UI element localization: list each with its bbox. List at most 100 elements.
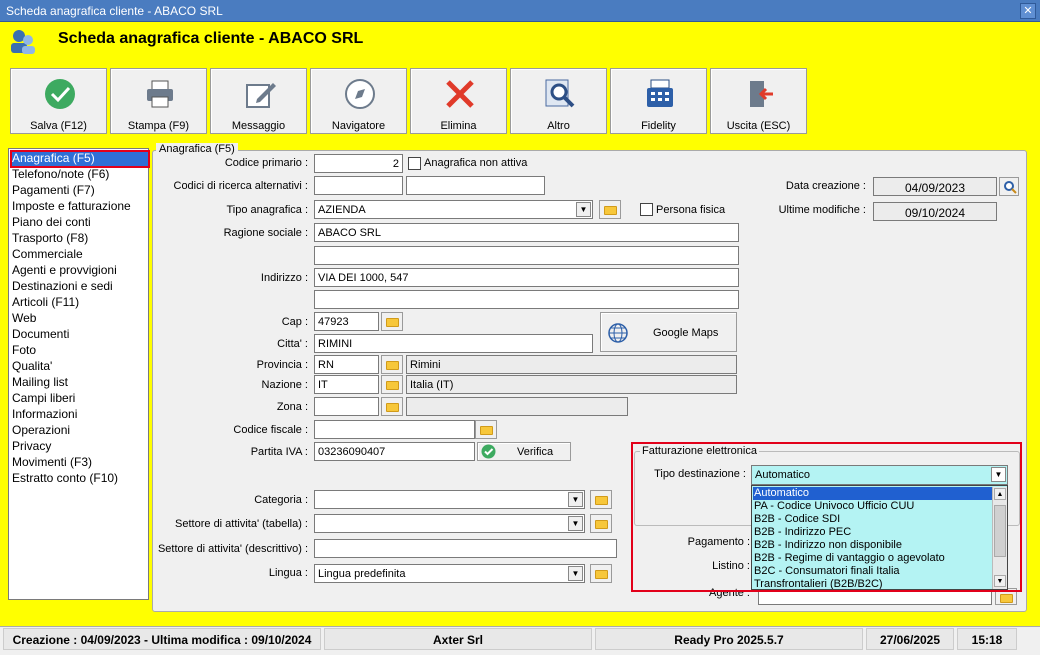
settore-tabella-label: Settore di attivita' (tabella) : <box>175 518 308 530</box>
lingua-lookup-button[interactable] <box>590 564 612 583</box>
codice-primario-label: Codice primario : <box>224 157 308 169</box>
provincia-lookup-button[interactable] <box>381 355 403 374</box>
nav-item-campi-liberi[interactable]: Campi liberi <box>12 391 75 407</box>
codici-alternativi-label: Codici di ricerca alternativi : <box>173 180 309 192</box>
nav-item-articoli[interactable]: Articoli (F11) <box>12 295 79 311</box>
globe-icon <box>608 323 628 343</box>
ragione-sociale-input[interactable]: ABACO SRL <box>314 223 739 242</box>
navigator-label: Navigatore <box>331 120 386 132</box>
nav-item-mailing-list[interactable]: Mailing list <box>12 375 68 391</box>
folder-icon <box>1000 594 1013 603</box>
save-button[interactable]: Salva (F12) <box>10 68 107 134</box>
folder-icon <box>480 426 493 435</box>
anagrafica-non-attiva-label: Anagrafica non attiva <box>424 157 528 169</box>
folder-icon <box>604 206 617 215</box>
nazione-lookup-button[interactable] <box>381 375 403 394</box>
codice-fiscale-lookup-button[interactable] <box>475 420 497 439</box>
indirizzo-2-input[interactable] <box>314 290 739 309</box>
codice-alternativo-1-input[interactable] <box>314 176 403 195</box>
nav-item-destinazioni[interactable]: Destinazioni e sedi <box>12 279 113 295</box>
cap-input[interactable]: 47923 <box>314 312 379 331</box>
nav-item-pagamenti[interactable]: Pagamenti (F7) <box>12 183 95 199</box>
header: Scheda anagrafica cliente - ABACO SRL <box>0 22 1040 60</box>
lingua-select[interactable]: Lingua predefinita <box>314 564 585 583</box>
compose-icon <box>246 83 276 108</box>
google-maps-label: Google Maps <box>653 327 719 339</box>
search-icon <box>1004 181 1017 194</box>
settore-descrittivo-input[interactable] <box>314 539 617 558</box>
nav-item-documenti[interactable]: Documenti <box>12 327 69 343</box>
partita-iva-label: Partita IVA : <box>250 446 308 458</box>
verifica-label: Verifica <box>517 446 554 458</box>
zona-input[interactable] <box>314 397 379 416</box>
exit-door-icon <box>750 81 773 107</box>
chevron-down-icon[interactable]: ▼ <box>568 492 583 507</box>
x-icon <box>446 80 474 108</box>
fidelity-label: Fidelity <box>641 120 676 132</box>
codice-alternativo-2-input[interactable] <box>406 176 545 195</box>
chevron-down-icon[interactable]: ▼ <box>576 202 591 217</box>
tipo-anagrafica-lookup-button[interactable] <box>599 200 621 219</box>
nav-item-piano-conti[interactable]: Piano dei conti <box>12 215 91 231</box>
check-circle-icon <box>45 79 75 109</box>
indirizzo-label: Indirizzo : <box>260 272 308 284</box>
google-maps-button[interactable]: Google Maps <box>600 312 737 352</box>
print-button[interactable]: Stampa (F9) <box>110 68 207 134</box>
codice-primario-input[interactable]: 2 <box>314 154 403 173</box>
verifica-button[interactable]: Verifica <box>477 442 571 461</box>
section-nav: Anagrafica (F5) Telefono/note (F6) Pagam… <box>8 148 150 600</box>
persona-fisica-checkbox[interactable] <box>640 203 653 216</box>
citta-label: Citta' : <box>277 338 308 350</box>
date-search-button[interactable] <box>999 177 1019 196</box>
codice-fiscale-input[interactable] <box>314 420 475 439</box>
zona-lookup-button[interactable] <box>381 397 403 416</box>
nav-item-informazioni[interactable]: Informazioni <box>12 407 77 423</box>
nav-item-agenti[interactable]: Agenti e provvigioni <box>12 263 117 279</box>
chevron-down-icon[interactable]: ▼ <box>568 516 583 531</box>
citta-input[interactable]: RIMINI <box>314 334 593 353</box>
categoria-lookup-button[interactable] <box>590 490 612 509</box>
folder-icon <box>386 381 399 390</box>
more-button[interactable]: Altro <box>510 68 607 134</box>
categoria-select[interactable] <box>314 490 585 509</box>
nav-item-movimenti[interactable]: Movimenti (F3) <box>12 455 92 471</box>
tipo-anagrafica-select[interactable]: AZIENDA <box>314 200 593 219</box>
nav-item-web[interactable]: Web <box>12 311 36 327</box>
settore-tabella-select[interactable] <box>314 514 585 533</box>
provincia-input[interactable]: RN <box>314 355 379 374</box>
settore-lookup-button[interactable] <box>590 514 612 533</box>
nav-item-telefono-note[interactable]: Telefono/note (F6) <box>12 167 109 183</box>
close-button[interactable]: ✕ <box>1020 3 1036 19</box>
delete-button[interactable]: Elimina <box>410 68 507 134</box>
fidelity-button[interactable]: Fidelity <box>610 68 707 134</box>
nav-item-anagrafica[interactable]: Anagrafica (F5) <box>12 151 95 167</box>
folder-icon <box>386 403 399 412</box>
folder-icon <box>595 520 608 529</box>
nav-item-operazioni[interactable]: Operazioni <box>12 423 70 439</box>
nav-item-commerciale[interactable]: Commerciale <box>12 247 83 263</box>
chevron-down-icon[interactable]: ▼ <box>568 566 583 581</box>
ultime-modifiche-field: 09/10/2024 <box>873 202 997 221</box>
message-button[interactable]: Messaggio <box>210 68 307 134</box>
exit-button[interactable]: Uscita (ESC) <box>710 68 807 134</box>
nav-item-imposte[interactable]: Imposte e fatturazione <box>12 199 131 215</box>
check-circle-icon <box>481 444 496 459</box>
more-label: Altro <box>547 120 570 132</box>
nav-item-estratto-conto[interactable]: Estratto conto (F10) <box>12 471 118 487</box>
message-label: Messaggio <box>231 120 286 132</box>
anagrafica-non-attiva-checkbox[interactable] <box>408 157 421 170</box>
folder-icon <box>595 570 608 579</box>
navigator-button[interactable]: Navigatore <box>310 68 407 134</box>
customer-card-icon <box>11 30 35 54</box>
nazione-input[interactable]: IT <box>314 375 379 394</box>
indirizzo-input[interactable]: VIA DEI 1000, 547 <box>314 268 739 287</box>
nav-item-qualita[interactable]: Qualita' <box>12 359 52 375</box>
partita-iva-input[interactable]: 03236090407 <box>314 442 475 461</box>
cap-lookup-button[interactable] <box>381 312 403 331</box>
lingua-label: Lingua : <box>268 567 308 579</box>
ragione-sociale-2-input[interactable] <box>314 246 739 265</box>
nav-item-foto[interactable]: Foto <box>12 343 36 359</box>
nav-item-trasporto[interactable]: Trasporto (F8) <box>12 231 88 247</box>
print-label: Stampa (F9) <box>127 120 190 132</box>
nav-item-privacy[interactable]: Privacy <box>12 439 51 455</box>
